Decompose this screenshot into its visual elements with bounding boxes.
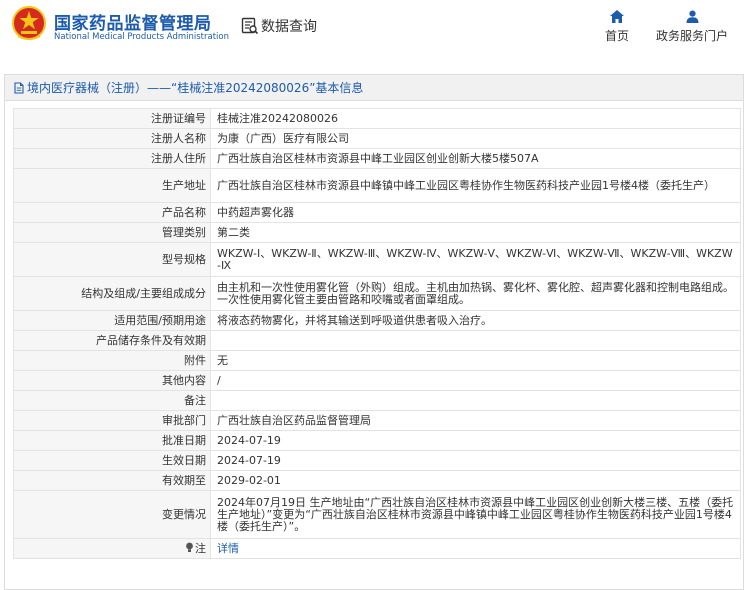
row-value: 将液态药物雾化，并将其输送到呼吸道供患者吸入治疗。 — [210, 310, 741, 331]
row-value: / — [210, 370, 741, 391]
table-row: 型号规格 WKZW-Ⅰ、WKZW-Ⅱ、WKZW-Ⅲ、WKZW-Ⅳ、WKZW-Ⅴ、W… — [13, 242, 741, 277]
table-row: 附件无 — [13, 350, 741, 371]
row-value: 2029-02-01 — [210, 470, 741, 491]
table-row: 管理类别 第二类 — [13, 222, 741, 243]
row-value: 为康（广西）医疗有限公司 — [210, 128, 741, 149]
row-value: 广西壮族自治区桂林市资源县中峰镇中峰工业园区粤桂协作生物医药科技产业园1号楼4楼… — [210, 168, 741, 203]
row-label: 附件 — [13, 350, 211, 371]
row-value: 2024-07-19 — [210, 430, 741, 451]
table-row: 有效期至 2029-02-01 — [13, 470, 741, 491]
nav-home[interactable]: 首页 — [604, 10, 630, 44]
row-label: 注册人住所 — [13, 148, 211, 169]
table-row: 适用范围/预期用途 将液态药物雾化，并将其输送到呼吸道供患者吸入治疗。 — [13, 310, 741, 331]
row-label: 注册人名称 — [13, 128, 211, 149]
row-label: 批准日期 — [13, 430, 211, 451]
row-value: 广西壮族自治区桂林市资源县中峰工业园区创业创新大楼5楼507A — [210, 148, 741, 169]
nav-gov-service-label: 政务服务门户 — [655, 29, 728, 43]
table-row: 注册证编号 桂械注准20242080026 — [13, 108, 741, 129]
table-row: 批准日期 2024-07-19 — [13, 430, 741, 451]
note-value-cell: 详情 — [210, 538, 741, 559]
table-row: 结构及组成/主要组成成分 由主机和一次性使用雾化管（外购）组成。主机由加热锅、雾化… — [13, 276, 741, 311]
row-label: 备注 — [13, 390, 211, 411]
row-value: WKZW-Ⅰ、WKZW-Ⅱ、WKZW-Ⅲ、WKZW-Ⅳ、WKZW-Ⅴ、WKZW-… — [210, 242, 741, 277]
row-value: 由主机和一次性使用雾化管（外购）组成。主机由加热锅、雾化杯、雾化腔、超声雾化器和… — [210, 276, 741, 311]
site-title: 国家药品监督管理局 — [54, 14, 212, 34]
row-label: 审批部门 — [13, 410, 211, 431]
table-row: 备注 — [13, 390, 741, 411]
row-value: 2024年07月19日 生产地址由“广西壮族自治区桂林市资源县中峰工业园区创业创… — [210, 490, 741, 539]
row-value: 无 — [210, 350, 741, 371]
panel-title: 境内医疗器械（注册）——“桂械注准20242080026”基本信息 — [27, 81, 364, 95]
row-label: 其他内容 — [13, 370, 211, 391]
user-icon — [686, 10, 698, 23]
table-row: 其他内容 / — [13, 370, 741, 391]
row-label: 有效期至 — [13, 470, 211, 491]
row-value: 中药超声雾化器 — [210, 202, 741, 223]
table-row: 生效日期 2024-07-19 — [13, 450, 741, 471]
table-row: 生产地址 广西壮族自治区桂林市资源县中峰镇中峰工业园区粤桂协作生物医药科技产业园1… — [13, 168, 741, 203]
row-label: 变更情况 — [13, 490, 211, 539]
data-query-link[interactable]: 数据查询 — [241, 16, 317, 36]
data-query-label: 数据查询 — [261, 19, 317, 35]
row-label: 注册证编号 — [13, 108, 211, 129]
panel-header: 境内医疗器械（注册）——“桂械注准20242080026”基本信息 — [5, 75, 743, 101]
table-row-note: 注 详情 — [13, 538, 741, 559]
row-value: 2024-07-19 — [210, 450, 741, 471]
details-link[interactable]: 详情 — [217, 542, 239, 555]
table-row: 变更情况 2024年07月19日 生产地址由“广西壮族自治区桂林市资源县中峰工业园… — [13, 490, 741, 539]
row-value: 桂械注准20242080026 — [210, 108, 741, 129]
table-row: 审批部门 广西壮族自治区药品监督管理局 — [13, 410, 741, 431]
row-label: 管理类别 — [13, 222, 211, 243]
row-label: 适用范围/预期用途 — [13, 310, 211, 331]
nav-home-label: 首页 — [604, 29, 629, 43]
table-row: 产品名称 中药超声雾化器 — [13, 202, 741, 223]
note-label-cell: 注 — [13, 538, 211, 559]
row-value: 第二类 — [210, 222, 741, 243]
site-header: 国家药品监督管理局 National Medical Products Admi… — [0, 0, 746, 62]
nav-gov-service-portal[interactable]: 政务服务门户 — [655, 10, 729, 44]
lightbulb-icon — [186, 542, 193, 552]
table-row: 注册人名称 为康（广西）医疗有限公司 — [13, 128, 741, 149]
row-value — [210, 390, 741, 411]
table-row: 注册人住所 广西壮族自治区桂林市资源县中峰工业园区创业创新大楼5楼507A — [13, 148, 741, 169]
row-value — [210, 330, 741, 351]
row-label: 生产地址 — [13, 168, 211, 203]
row-label: 生效日期 — [13, 450, 211, 471]
table-row: 产品储存条件及有效期 — [13, 330, 741, 351]
device-info-table: 注册证编号 桂械注准20242080026 注册人名称 为康（广西）医疗有限公司 注… — [13, 108, 741, 559]
document-icon — [14, 81, 24, 94]
database-search-icon — [241, 17, 259, 35]
row-value: 广西壮族自治区药品监督管理局 — [210, 410, 741, 431]
note-label: 注 — [195, 542, 206, 555]
row-label: 结构及组成/主要组成成分 — [13, 276, 211, 311]
row-label: 产品名称 — [13, 202, 211, 223]
home-icon — [610, 10, 624, 23]
row-label: 型号规格 — [13, 242, 211, 277]
row-label: 产品储存条件及有效期 — [13, 330, 211, 351]
national-emblem-icon — [12, 6, 46, 40]
device-info-panel: 境内医疗器械（注册）——“桂械注准20242080026”基本信息 注册证编号桂… — [4, 74, 744, 590]
site-subtitle: National Medical Products Administration — [54, 32, 229, 42]
